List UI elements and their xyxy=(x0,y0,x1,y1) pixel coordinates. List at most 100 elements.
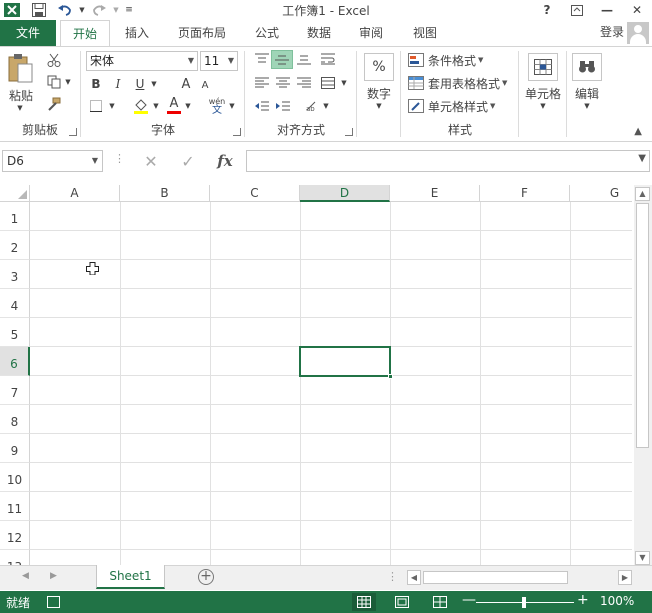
horizontal-scrollbar[interactable]: ◀ ▶ xyxy=(407,570,632,585)
zoom-slider-thumb[interactable] xyxy=(522,597,526,608)
avatar[interactable] xyxy=(627,22,649,44)
save-icon[interactable] xyxy=(24,0,54,20)
merge-center-icon[interactable] xyxy=(318,74,338,92)
insert-function-button[interactable]: fx xyxy=(210,150,240,172)
tab-page-layout[interactable]: 页面布局 xyxy=(168,20,236,46)
align-bottom-icon[interactable] xyxy=(294,50,314,68)
tab-insert[interactable]: 插入 xyxy=(114,20,160,46)
align-top-icon[interactable] xyxy=(252,50,272,68)
italic-button[interactable]: I xyxy=(110,75,126,93)
align-center-icon[interactable] xyxy=(273,74,293,92)
orientation-dropdown-icon[interactable]: ▼ xyxy=(322,101,330,111)
ribbon-display-button[interactable] xyxy=(562,0,592,20)
number-dropdown-icon[interactable]: ▼ xyxy=(374,101,384,111)
tab-home[interactable]: 开始 xyxy=(60,20,110,47)
macro-record-icon[interactable] xyxy=(47,596,60,608)
close-button[interactable]: ✕ xyxy=(622,0,652,20)
row-header-12[interactable]: 12 xyxy=(0,521,30,550)
fill-handle[interactable] xyxy=(388,374,393,379)
row-header-5[interactable]: 5 xyxy=(0,318,30,347)
page-break-view-button[interactable] xyxy=(428,593,452,611)
increase-indent-icon[interactable] xyxy=(273,97,293,115)
clipboard-launcher-icon[interactable] xyxy=(69,128,77,136)
scroll-left-icon[interactable]: ◀ xyxy=(407,570,421,585)
scroll-up-icon[interactable]: ▲ xyxy=(635,187,650,201)
selected-cell[interactable] xyxy=(299,346,393,379)
editing-dropdown-icon[interactable]: ▼ xyxy=(582,101,592,111)
tab-review[interactable]: 审阅 xyxy=(350,20,392,46)
paste-icon[interactable] xyxy=(6,53,34,85)
column-header-g[interactable]: G xyxy=(570,185,632,202)
row-header-9[interactable]: 9 xyxy=(0,434,30,463)
formula-input[interactable]: ▼ xyxy=(246,150,650,172)
phonetic-button[interactable]: wén 文 xyxy=(206,95,228,117)
paste-dropdown-icon[interactable]: ▼ xyxy=(14,103,26,113)
enter-button[interactable]: ✓ xyxy=(173,150,203,172)
redo-icon[interactable] xyxy=(88,0,110,20)
alignment-launcher-icon[interactable] xyxy=(345,128,353,136)
tab-split-grip[interactable]: ⋮ xyxy=(387,570,398,583)
copy-dropdown-icon[interactable]: ▼ xyxy=(64,77,72,87)
row-header-8[interactable]: 8 xyxy=(0,405,30,434)
cells-icon[interactable] xyxy=(528,53,558,81)
conditional-formatting-button[interactable]: 条件格式 ▼ xyxy=(408,51,483,69)
cells-label[interactable]: 单元格 xyxy=(520,85,566,102)
phonetic-dropdown-icon[interactable]: ▼ xyxy=(228,101,236,111)
cell-styles-button[interactable]: 单元格样式 ▼ xyxy=(408,97,495,115)
align-left-icon[interactable] xyxy=(252,74,272,92)
font-launcher-icon[interactable] xyxy=(233,128,241,136)
decrease-indent-icon[interactable] xyxy=(252,97,272,115)
page-layout-view-button[interactable] xyxy=(390,593,414,611)
scroll-right-icon[interactable]: ▶ xyxy=(618,570,632,585)
format-painter-icon[interactable] xyxy=(44,95,64,113)
font-name-select[interactable]: 宋体 ▼ xyxy=(86,51,198,71)
grow-font-button[interactable]: A xyxy=(178,75,194,93)
row-header-1[interactable]: 1 xyxy=(0,202,30,231)
row-header-7[interactable]: 7 xyxy=(0,376,30,405)
prev-sheet-icon[interactable]: ◀ xyxy=(22,571,29,581)
help-button[interactable]: ? xyxy=(532,0,562,20)
minimize-button[interactable]: — xyxy=(592,0,622,20)
format-as-table-button[interactable]: 套用表格格式 ▼ xyxy=(408,74,507,92)
zoom-out-button[interactable]: — xyxy=(462,592,476,608)
column-header-d[interactable]: D xyxy=(300,185,390,202)
add-sheet-button[interactable]: + xyxy=(198,569,214,585)
bold-button[interactable]: B xyxy=(88,75,104,93)
font-color-dropdown-icon[interactable]: ▼ xyxy=(184,101,192,111)
tab-view[interactable]: 视图 xyxy=(404,20,446,46)
cancel-button[interactable]: ✕ xyxy=(136,150,166,172)
cells-dropdown-icon[interactable]: ▼ xyxy=(538,101,548,111)
row-header-11[interactable]: 11 xyxy=(0,492,30,521)
vertical-scroll-thumb[interactable] xyxy=(636,203,649,448)
tab-formulas[interactable]: 公式 xyxy=(246,20,288,46)
undo-dropdown-icon[interactable]: ▼ xyxy=(76,0,88,20)
tab-file[interactable]: 文件 xyxy=(0,20,56,46)
binoculars-icon[interactable] xyxy=(572,53,602,81)
align-middle-icon[interactable] xyxy=(271,50,293,69)
font-size-select[interactable]: 11 ▼ xyxy=(200,51,238,71)
wrap-text-icon[interactable] xyxy=(318,50,338,68)
border-dropdown-icon[interactable]: ▼ xyxy=(108,101,116,111)
formula-bar-grip[interactable]: ⋮ xyxy=(114,152,125,165)
expand-formula-bar-icon[interactable]: ▼ xyxy=(638,153,646,164)
orientation-icon[interactable]: ab xyxy=(302,97,322,115)
login-link[interactable]: 登录 xyxy=(600,20,624,46)
underline-button[interactable]: U xyxy=(132,75,148,93)
zoom-level[interactable]: 100% xyxy=(600,594,634,608)
redo-dropdown-icon[interactable]: ▼ xyxy=(110,0,122,20)
copy-icon[interactable] xyxy=(44,73,64,91)
underline-dropdown-icon[interactable]: ▼ xyxy=(150,79,158,89)
row-header-4[interactable]: 4 xyxy=(0,289,30,318)
worksheet-grid[interactable]: ABCDEFG12345678910111213 xyxy=(0,185,632,565)
fill-color-dropdown-icon[interactable]: ▼ xyxy=(152,101,160,111)
normal-view-button[interactable] xyxy=(352,593,376,611)
tab-data[interactable]: 数据 xyxy=(298,20,340,46)
row-header-6[interactable]: 6 xyxy=(0,347,30,376)
column-header-a[interactable]: A xyxy=(30,185,120,202)
sheet-tab-sheet1[interactable]: Sheet1 xyxy=(96,565,165,589)
row-header-13[interactable]: 13 xyxy=(0,550,30,565)
scroll-down-icon[interactable]: ▼ xyxy=(635,551,650,565)
column-header-c[interactable]: C xyxy=(210,185,300,202)
align-right-icon[interactable] xyxy=(294,74,314,92)
row-header-2[interactable]: 2 xyxy=(0,231,30,260)
